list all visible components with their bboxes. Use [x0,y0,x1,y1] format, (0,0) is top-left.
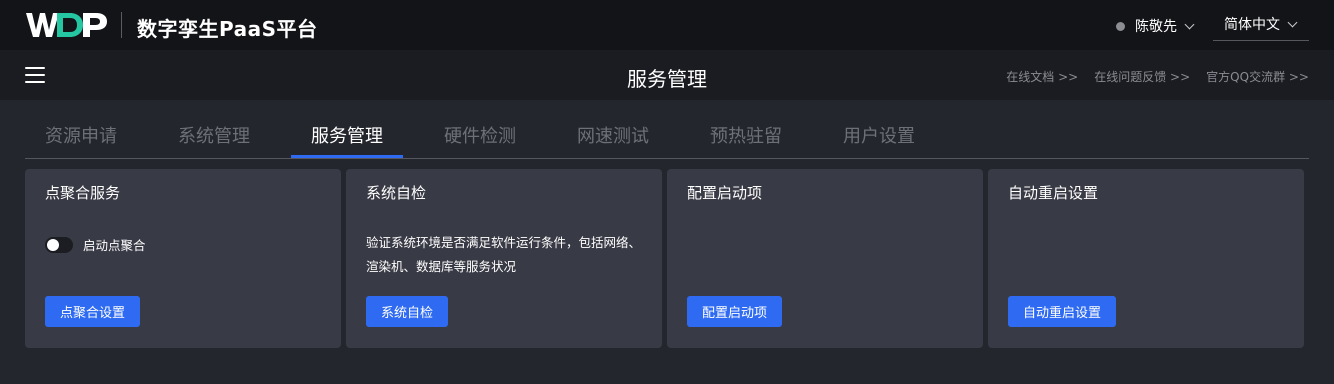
logo-divider [121,12,122,38]
wdp-logo-icon [26,13,107,37]
card-auto-restart: 自动重启设置 自动重启设置 [988,169,1304,348]
card-startup-config: 配置启动项 配置启动项 [667,169,983,348]
card-title: 点聚合服务 [45,184,121,202]
tab-hardware-check[interactable]: 硬件检测 [444,122,516,148]
feedback-link[interactable]: 在线问题反馈 >> [1094,68,1190,85]
system-check-button[interactable]: 系统自检 [366,296,449,327]
chevron-down-icon [1184,19,1195,29]
user-status-icon [1116,21,1125,31]
tab-system-management[interactable]: 系统管理 [178,122,250,148]
aggregation-toggle-row: 启动点聚合 [45,235,146,254]
active-tab-indicator [291,155,403,158]
online-docs-link[interactable]: 在线文档 >> [1006,68,1078,85]
toggle-label: 启动点聚合 [83,238,146,253]
tab-warmup[interactable]: 预热驻留 [710,122,782,148]
card-title: 自动重启设置 [1008,184,1099,202]
tab-bar: 资源申请 系统管理 服务管理 硬件检测 网速测试 预热驻留 用户设置 [25,110,1309,159]
app-title: 数字孪生PaaS平台 [137,17,318,41]
aggregation-toggle[interactable] [45,236,73,253]
card-title: 系统自检 [366,184,427,202]
toggle-knob [47,238,59,251]
card-system-check: 系统自检 验证系统环境是否满足软件运行条件，包括网络、渲染机、数据库等服务状况 … [346,169,662,348]
startup-config-button[interactable]: 配置启动项 [687,296,783,327]
language-label: 简体中文 [1224,17,1280,33]
card-point-aggregation: 点聚合服务 启动点聚合 点聚合设置 [25,169,341,348]
tab-speed-test[interactable]: 网速测试 [577,122,649,148]
qq-group-link[interactable]: 官方QQ交流群 >> [1206,68,1309,85]
aggregation-settings-button[interactable]: 点聚合设置 [45,296,141,327]
auto-restart-button[interactable]: 自动重启设置 [1008,296,1117,327]
card-title: 配置启动项 [687,184,763,202]
top-bar: 数字孪生PaaS平台 陈敬先 简体中文 [0,0,1334,50]
help-links: 在线文档 >> 在线问题反馈 >> 官方QQ交流群 >> [1006,68,1309,85]
chevron-down-icon [1287,17,1298,27]
card-description: 验证系统环境是否满足软件运行条件，包括网络、渲染机、数据库等服务状况 [366,235,642,274]
tab-service-management[interactable]: 服务管理 [311,122,383,148]
user-name: 陈敬先 [1135,19,1177,35]
sub-header: 服务管理 在线文档 >> 在线问题反馈 >> 官方QQ交流群 >> [0,50,1334,100]
tab-resource-request[interactable]: 资源申请 [45,122,117,148]
wdp-logo[interactable] [26,12,110,38]
tab-user-settings[interactable]: 用户设置 [843,122,915,148]
user-menu[interactable]: 陈敬先 [1116,16,1195,36]
language-select[interactable]: 简体中文 [1213,8,1309,41]
